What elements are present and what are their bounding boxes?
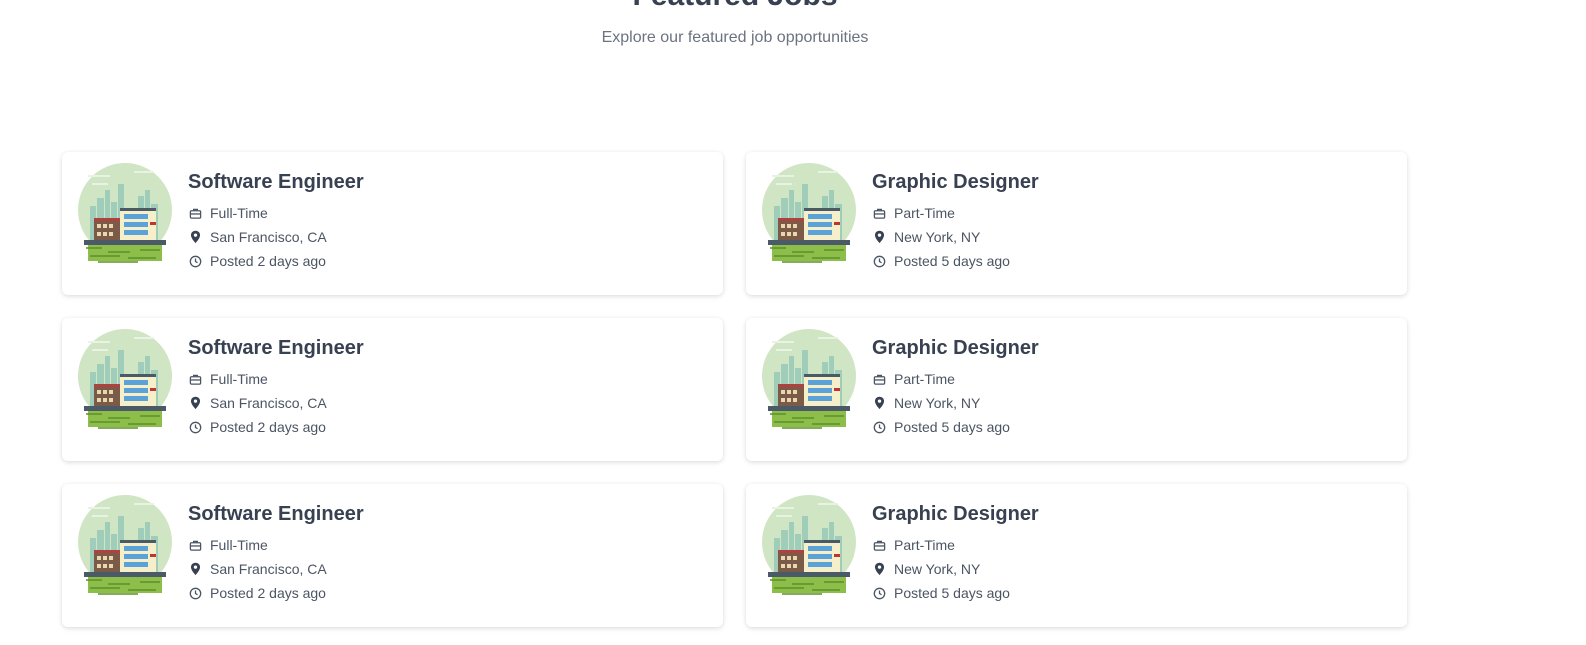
company-building-image — [78, 329, 172, 429]
job-title-link[interactable]: Graphic Designer — [872, 335, 1039, 361]
job-title-link[interactable]: Graphic Designer — [872, 169, 1039, 195]
job-location: San Francisco, CA — [188, 225, 364, 249]
map-pin-icon — [872, 562, 886, 576]
job-title-link[interactable]: Software Engineer — [188, 335, 364, 361]
job-location: San Francisco, CA — [188, 557, 364, 581]
job-type-label: Part-Time — [894, 537, 955, 553]
job-posted-label: Posted 5 days ago — [894, 419, 1010, 435]
job-posted-label: Posted 5 days ago — [894, 253, 1010, 269]
job-card[interactable]: Graphic Designer Part-Time New York, NY … — [746, 318, 1407, 461]
job-posted: Posted 5 days ago — [872, 581, 1039, 605]
job-location-label: San Francisco, CA — [210, 229, 327, 245]
job-card[interactable]: Graphic Designer Part-Time New York, NY … — [746, 152, 1407, 295]
briefcase-icon — [872, 372, 886, 386]
job-location-label: San Francisco, CA — [210, 395, 327, 411]
job-location-label: New York, NY — [894, 229, 981, 245]
job-type: Part-Time — [872, 201, 1039, 225]
job-type-label: Part-Time — [894, 205, 955, 221]
clock-icon — [188, 420, 202, 434]
map-pin-icon — [188, 396, 202, 410]
job-posted-label: Posted 2 days ago — [210, 419, 326, 435]
job-card[interactable]: Graphic Designer Part-Time New York, NY … — [746, 484, 1407, 627]
clock-icon — [188, 586, 202, 600]
job-title-link[interactable]: Software Engineer — [188, 501, 364, 527]
job-posted: Posted 5 days ago — [872, 249, 1039, 273]
company-building-image — [762, 163, 856, 263]
job-location: San Francisco, CA — [188, 391, 364, 415]
clock-icon — [872, 586, 886, 600]
job-title-link[interactable]: Graphic Designer — [872, 501, 1039, 527]
job-type-label: Full-Time — [210, 537, 268, 553]
clock-icon — [872, 420, 886, 434]
section-title: Featured Jobs — [0, 0, 1470, 14]
job-card[interactable]: Software Engineer Full-Time San Francisc… — [62, 152, 723, 295]
job-posted: Posted 5 days ago — [872, 415, 1039, 439]
job-posted-label: Posted 2 days ago — [210, 585, 326, 601]
clock-icon — [188, 254, 202, 268]
company-building-image — [78, 163, 172, 263]
job-posted: Posted 2 days ago — [188, 249, 364, 273]
briefcase-icon — [188, 372, 202, 386]
job-type: Part-Time — [872, 367, 1039, 391]
briefcase-icon — [872, 206, 886, 220]
job-location: New York, NY — [872, 557, 1039, 581]
job-type-label: Part-Time — [894, 371, 955, 387]
job-type: Full-Time — [188, 533, 364, 557]
job-type: Full-Time — [188, 367, 364, 391]
briefcase-icon — [872, 538, 886, 552]
job-location-label: New York, NY — [894, 561, 981, 577]
job-type-label: Full-Time — [210, 371, 268, 387]
job-posted-label: Posted 5 days ago — [894, 585, 1010, 601]
job-card[interactable]: Software Engineer Full-Time San Francisc… — [62, 484, 723, 627]
job-posted: Posted 2 days ago — [188, 415, 364, 439]
map-pin-icon — [872, 396, 886, 410]
company-building-image — [762, 495, 856, 595]
job-location: New York, NY — [872, 391, 1039, 415]
map-pin-icon — [188, 562, 202, 576]
job-grid: Software Engineer Full-Time San Francisc… — [62, 152, 1407, 627]
clock-icon — [872, 254, 886, 268]
job-type-label: Full-Time — [210, 205, 268, 221]
briefcase-icon — [188, 206, 202, 220]
map-pin-icon — [188, 230, 202, 244]
job-type: Full-Time — [188, 201, 364, 225]
job-posted: Posted 2 days ago — [188, 581, 364, 605]
job-location: New York, NY — [872, 225, 1039, 249]
job-type: Part-Time — [872, 533, 1039, 557]
company-building-image — [762, 329, 856, 429]
section-subtitle: Explore our featured job opportunities — [601, 29, 869, 46]
briefcase-icon — [188, 538, 202, 552]
company-building-image — [78, 495, 172, 595]
job-posted-label: Posted 2 days ago — [210, 253, 326, 269]
job-title-link[interactable]: Software Engineer — [188, 169, 364, 195]
featured-jobs-section: Featured Jobs Explore our featured job o… — [0, 0, 1586, 645]
job-location-label: San Francisco, CA — [210, 561, 327, 577]
map-pin-icon — [872, 230, 886, 244]
job-location-label: New York, NY — [894, 395, 981, 411]
job-card[interactable]: Software Engineer Full-Time San Francisc… — [62, 318, 723, 461]
